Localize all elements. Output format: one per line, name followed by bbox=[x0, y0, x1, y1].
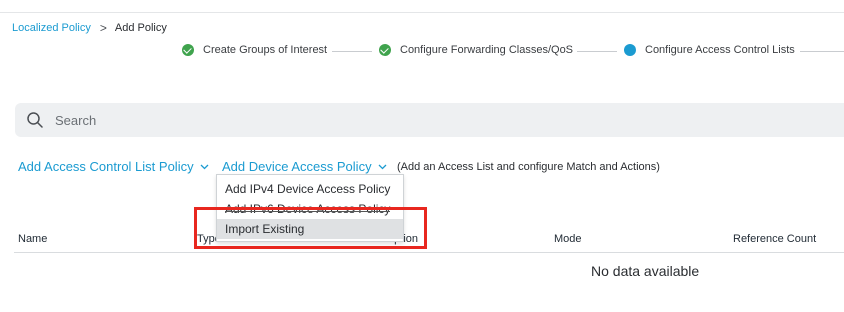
add-acl-policy-button[interactable]: Add Access Control List Policy bbox=[18, 159, 209, 174]
chevron-down-icon bbox=[200, 164, 209, 169]
step-forwarding-classes[interactable]: Configure Forwarding Classes/QoS bbox=[379, 44, 573, 56]
breadcrumb-separator-icon: > bbox=[99, 21, 107, 35]
column-header-reference-count[interactable]: Reference Count bbox=[733, 233, 816, 245]
search-bar bbox=[15, 103, 844, 137]
step-label: Create Groups of Interest bbox=[203, 44, 328, 56]
breadcrumb-current: Add Policy bbox=[114, 22, 167, 34]
chevron-down-icon bbox=[378, 164, 387, 169]
empty-table-message: No data available bbox=[591, 263, 700, 279]
step-connector bbox=[332, 51, 372, 52]
step-label: Configure Access Control Lists bbox=[645, 44, 795, 56]
add-acl-policy-label: Add Access Control List Policy bbox=[18, 159, 194, 174]
check-circle-icon bbox=[379, 44, 391, 56]
column-header-name[interactable]: Name bbox=[18, 233, 47, 245]
menu-item-add-ipv4[interactable]: Add IPv4 Device Access Policy bbox=[217, 179, 403, 199]
step-connector bbox=[800, 51, 844, 52]
action-hint: (Add an Access List and configure Match … bbox=[397, 161, 660, 173]
breadcrumb-localized-policy[interactable]: Localized Policy bbox=[12, 22, 91, 34]
search-icon bbox=[27, 112, 43, 128]
device-access-policy-menu: Add IPv4 Device Access Policy Add IPv6 D… bbox=[216, 174, 404, 242]
step-create-groups[interactable]: Create Groups of Interest bbox=[182, 44, 327, 56]
table-header-divider bbox=[14, 252, 844, 253]
step-label: Configure Forwarding Classes/QoS bbox=[400, 44, 574, 56]
menu-item-import-existing[interactable]: Import Existing bbox=[217, 219, 403, 239]
menu-item-label: Import Existing bbox=[225, 222, 305, 236]
column-header-mode[interactable]: Mode bbox=[554, 233, 582, 245]
top-divider bbox=[0, 12, 844, 13]
step-connector bbox=[577, 51, 617, 52]
menu-item-add-ipv6[interactable]: Add IPv6 Device Access Policy bbox=[217, 199, 403, 219]
check-circle-icon bbox=[182, 44, 194, 56]
search-input[interactable] bbox=[53, 111, 757, 129]
menu-item-label: Add IPv6 Device Access Policy bbox=[225, 202, 391, 216]
breadcrumb: Localized Policy > Add Policy bbox=[12, 21, 167, 35]
step-access-control-lists[interactable]: Configure Access Control Lists bbox=[624, 44, 795, 56]
add-device-access-policy-button[interactable]: Add Device Access Policy bbox=[222, 159, 387, 174]
active-step-icon bbox=[624, 44, 636, 56]
menu-item-label: Add IPv4 Device Access Policy bbox=[225, 182, 391, 196]
add-device-access-policy-label: Add Device Access Policy bbox=[222, 159, 372, 174]
